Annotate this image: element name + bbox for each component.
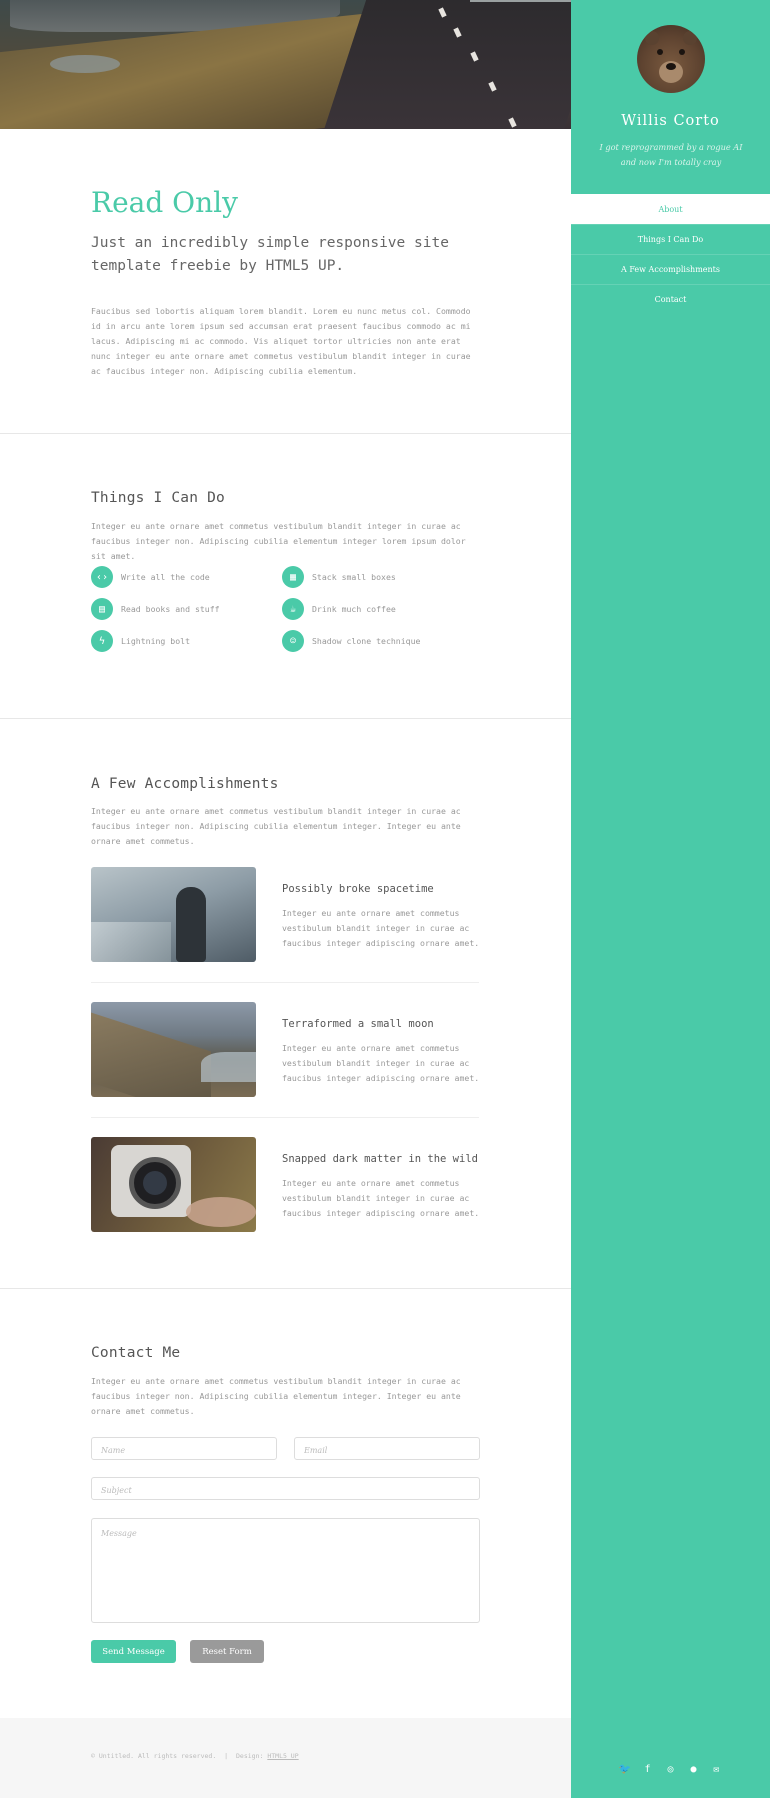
accomplishments-body: Integer eu ante ornare amet commetus ves… [91, 806, 461, 846]
email-field[interactable] [294, 1437, 480, 1461]
nav-item-things-i-can-do[interactable]: Things I Can Do [571, 224, 770, 254]
coffee-icon: ☕ [282, 598, 304, 620]
skill-label: Lightning bolt [121, 636, 191, 646]
accomplishment-text: Integer eu ante ornare amet commetus ves… [282, 1178, 480, 1218]
page-title: Read Only [91, 186, 238, 219]
book-icon: ▤ [91, 598, 113, 620]
section-divider [0, 718, 571, 719]
intro-body: Faucibus sed lobortis aliquam lorem blan… [91, 306, 471, 376]
intro-lead: Just an incredibly simple responsive sit… [91, 235, 449, 274]
footer-separator: | [224, 1752, 229, 1760]
profile-tagline: I got reprogrammed by a rogue AI and now… [599, 142, 743, 167]
skill-label: Read books and stuff [121, 604, 220, 614]
nav-item-accomplishments[interactable]: A Few Accomplishments [571, 254, 770, 284]
email-icon[interactable]: ✉ [711, 1764, 723, 1775]
subject-field[interactable] [91, 1477, 480, 1501]
main-content: Read Only Just an incredibly simple resp… [0, 0, 571, 1798]
send-message-button[interactable]: Send Message [91, 1640, 176, 1663]
section-divider [0, 1288, 571, 1289]
message-field[interactable] [91, 1518, 480, 1623]
name-input[interactable] [92, 1440, 276, 1461]
skill-item: ▦ Stack small boxes [282, 566, 396, 588]
skills-body: Integer eu ante ornare amet commetus ves… [91, 521, 466, 561]
github-icon[interactable]: ● [688, 1764, 700, 1775]
twitter-icon[interactable]: 🐦 [619, 1764, 631, 1775]
social-links: 🐦 f ◎ ● ✉ [571, 1764, 770, 1775]
accomplishment-text: Integer eu ante ornare amet commetus ves… [282, 1043, 480, 1083]
accomplishment-title: Possibly broke spacetime [282, 883, 434, 895]
skill-label: Stack small boxes [312, 572, 396, 582]
nav-item-about[interactable]: About [571, 194, 770, 224]
bolt-icon: ϟ [91, 630, 113, 652]
accomplishment-item: Snapped dark matter in the wild Integer … [91, 1137, 479, 1233]
item-divider [91, 982, 479, 983]
accomplishment-image[interactable] [91, 1002, 256, 1097]
skill-label: Shadow clone technique [312, 636, 421, 646]
email-input[interactable] [295, 1440, 479, 1461]
skill-item: ‹› Write all the code [91, 566, 210, 588]
item-divider [91, 1117, 479, 1118]
name-field[interactable] [91, 1437, 277, 1461]
accomplishment-text: Integer eu ante ornare amet commetus ves… [282, 908, 480, 948]
skill-item: ϟ Lightning bolt [91, 630, 190, 652]
footer-copyright: © Untitled. All rights reserved. | Desig… [91, 1752, 299, 1760]
profile-name: Willis Corto [621, 113, 720, 129]
skill-label: Drink much coffee [312, 604, 396, 614]
skill-label: Write all the code [121, 572, 210, 582]
cubes-icon: ▦ [282, 566, 304, 588]
footer: © Untitled. All rights reserved. | Desig… [0, 1718, 571, 1798]
sidebar-nav: About Things I Can Do A Few Accomplishme… [571, 194, 770, 314]
reset-form-button[interactable]: Reset Form [190, 1640, 264, 1663]
sidebar: Willis Corto I got reprogrammed by a rog… [571, 0, 770, 1798]
skill-item: ☺ Shadow clone technique [282, 630, 420, 652]
accomplishment-image[interactable] [91, 1137, 256, 1232]
section-divider [0, 433, 571, 434]
message-input[interactable] [92, 1519, 479, 1622]
instagram-icon[interactable]: ◎ [665, 1764, 677, 1775]
skill-item: ▤ Read books and stuff [91, 598, 220, 620]
accomplishment-item: Possibly broke spacetime Integer eu ante… [91, 867, 479, 963]
skill-item: ☕ Drink much coffee [282, 598, 396, 620]
contact-body: Integer eu ante ornare amet commetus ves… [91, 1376, 461, 1416]
accomplishments-title: A Few Accomplishments [91, 776, 279, 792]
accomplishment-title: Snapped dark matter in the wild [282, 1153, 478, 1165]
banner-image [0, 0, 571, 129]
design-link[interactable]: HTML5 UP [267, 1752, 298, 1760]
accomplishment-title: Terraformed a small moon [282, 1018, 434, 1030]
accomplishment-image[interactable] [91, 867, 256, 962]
avatar [637, 25, 705, 93]
design-prefix: Design: [236, 1752, 264, 1760]
copyright-text: © Untitled. All rights reserved. [91, 1752, 217, 1760]
nav-item-contact[interactable]: Contact [571, 284, 770, 314]
users-icon: ☺ [282, 630, 304, 652]
subject-input[interactable] [92, 1480, 479, 1501]
accomplishment-item: Terraformed a small moon Integer eu ante… [91, 1002, 479, 1098]
skills-title: Things I Can Do [91, 490, 225, 506]
code-icon: ‹› [91, 566, 113, 588]
facebook-icon[interactable]: f [642, 1764, 654, 1775]
contact-title: Contact Me [91, 1345, 181, 1361]
